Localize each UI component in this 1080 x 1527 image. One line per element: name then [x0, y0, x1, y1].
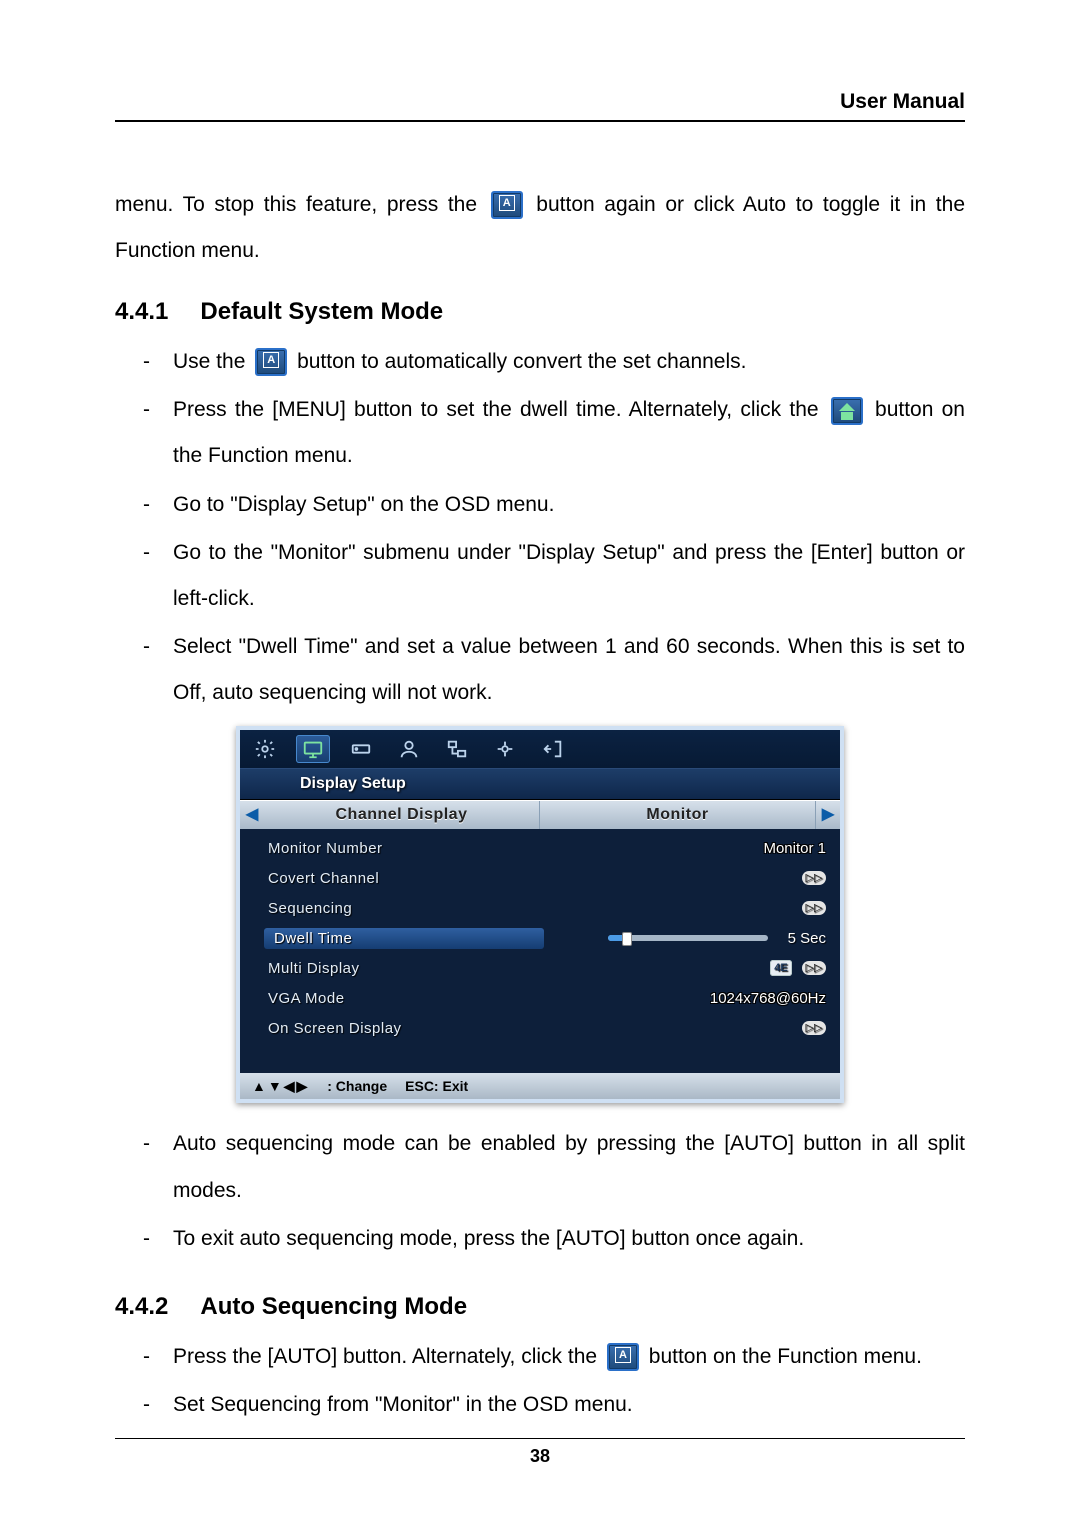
system-icon	[488, 735, 522, 763]
section-4-4-1-list: Use the button to automatically convert …	[115, 339, 965, 717]
li-text: Press the [AUTO] button. Alternately, cl…	[173, 1345, 603, 1368]
row-value: 1024x768@60Hz	[528, 991, 826, 1006]
osd-footer: ▲▼◀▶ : Change ESC: Exit	[240, 1073, 840, 1099]
tab-monitor: Monitor	[540, 801, 816, 829]
home-icon	[831, 397, 863, 425]
list-item: Go to the "Monitor" submenu under "Displ…	[143, 530, 965, 622]
li-text: Use the	[173, 350, 251, 373]
tab-channel-display: Channel Display	[264, 801, 540, 829]
li-text: button on the Function menu.	[649, 1345, 922, 1368]
section-4-4-2-list: Press the [AUTO] button. Alternately, cl…	[115, 1334, 965, 1428]
section-number: 4.4.1	[115, 295, 168, 329]
more-icon: ▷▷	[802, 1021, 826, 1035]
li-text: button to automatically convert the set …	[297, 350, 746, 373]
value-text: 1024x768@60Hz	[710, 991, 826, 1006]
row-value: ▷▷	[528, 1021, 826, 1035]
list-item: To exit auto sequencing mode, press the …	[143, 1216, 965, 1262]
exit-icon	[536, 735, 570, 763]
value-text: 5 Sec	[788, 931, 826, 946]
row-value: 5 Sec	[544, 931, 826, 946]
osd-title: Display Setup	[240, 768, 840, 800]
list-item: Select "Dwell Time" and set a value betw…	[143, 624, 965, 716]
row-label: Sequencing	[268, 901, 528, 916]
footer-change: : Change	[327, 1079, 387, 1093]
tab-arrow-left-icon: ◀	[240, 801, 264, 829]
footer-exit: ESC: Exit	[405, 1079, 468, 1093]
gear-icon	[248, 735, 282, 763]
row-on-screen-display: On Screen Display ▷▷	[240, 1013, 840, 1043]
row-value: Monitor 1	[528, 841, 826, 856]
list-item: Use the button to automatically convert …	[143, 339, 965, 385]
footer-line	[115, 1438, 965, 1440]
section-4-4-2-heading: 4.4.2 Auto Sequencing Mode	[115, 1290, 965, 1324]
row-value: 4E ▷▷	[528, 960, 826, 976]
auto-icon	[491, 191, 523, 219]
tab-arrow-right-icon: ▶	[816, 801, 840, 829]
row-dwell-time: Dwell Time 5 Sec	[240, 923, 840, 953]
row-label: Dwell Time	[264, 928, 544, 949]
more-icon: ▷▷	[802, 871, 826, 885]
section-4-4-1-after-list: Auto sequencing mode can be enabled by p…	[115, 1121, 965, 1262]
section-title: Auto Sequencing Mode	[200, 1290, 467, 1324]
header-title: User Manual	[840, 90, 965, 113]
page-header: User Manual	[115, 90, 965, 122]
section-number: 4.4.2	[115, 1290, 168, 1324]
hdd-icon	[344, 735, 378, 763]
multi-display-badge: 4E	[770, 960, 792, 976]
osd-rows: Monitor Number Monitor 1 Covert Channel …	[240, 829, 840, 1073]
osd-toolbar	[240, 730, 840, 768]
list-item: Go to "Display Setup" on the OSD menu.	[143, 482, 965, 528]
li-text: Press the [MENU] button to set the dwell…	[173, 398, 827, 421]
section-title: Default System Mode	[200, 295, 443, 329]
user-icon	[392, 735, 426, 763]
list-item: Press the [AUTO] button. Alternately, cl…	[143, 1334, 965, 1380]
dwell-time-slider	[608, 935, 768, 941]
row-vga-mode: VGA Mode 1024x768@60Hz	[240, 983, 840, 1013]
row-multi-display: Multi Display 4E ▷▷	[240, 953, 840, 983]
auto-icon	[255, 348, 287, 376]
page-footer: 38	[115, 1438, 965, 1467]
intro-paragraph: menu. To stop this feature, press the bu…	[115, 182, 965, 274]
row-label: Multi Display	[268, 961, 528, 976]
row-value: ▷▷	[528, 901, 826, 915]
row-label: On Screen Display	[268, 1021, 528, 1036]
intro-text-1: menu. To stop this feature, press the	[115, 193, 487, 216]
osd-tabs: ◀ Channel Display Monitor ▶	[240, 800, 840, 829]
row-covert-channel: Covert Channel ▷▷	[240, 863, 840, 893]
list-item: Auto sequencing mode can be enabled by p…	[143, 1121, 965, 1213]
row-monitor-number: Monitor Number Monitor 1	[240, 833, 840, 863]
list-item: Press the [MENU] button to set the dwell…	[143, 387, 965, 479]
auto-icon	[607, 1343, 639, 1371]
section-4-4-1-heading: 4.4.1 Default System Mode	[115, 295, 965, 329]
display-setup-icon	[296, 735, 330, 763]
nav-arrows-icon: ▲▼◀▶	[252, 1079, 309, 1093]
row-sequencing: Sequencing ▷▷	[240, 893, 840, 923]
row-label: Monitor Number	[268, 841, 528, 856]
body-content: menu. To stop this feature, press the bu…	[115, 182, 965, 1428]
value-text: Monitor 1	[763, 841, 826, 856]
osd-screenshot: Display Setup ◀ Channel Display Monitor …	[236, 726, 844, 1103]
page-number: 38	[115, 1446, 965, 1467]
list-item: Set Sequencing from "Monitor" in the OSD…	[143, 1382, 965, 1428]
row-value: ▷▷	[528, 871, 826, 885]
network-icon	[440, 735, 474, 763]
more-icon: ▷▷	[802, 901, 826, 915]
row-label: VGA Mode	[268, 991, 528, 1006]
slider-thumb-icon	[622, 932, 632, 946]
row-label: Covert Channel	[268, 871, 528, 886]
more-icon: ▷▷	[802, 961, 826, 975]
